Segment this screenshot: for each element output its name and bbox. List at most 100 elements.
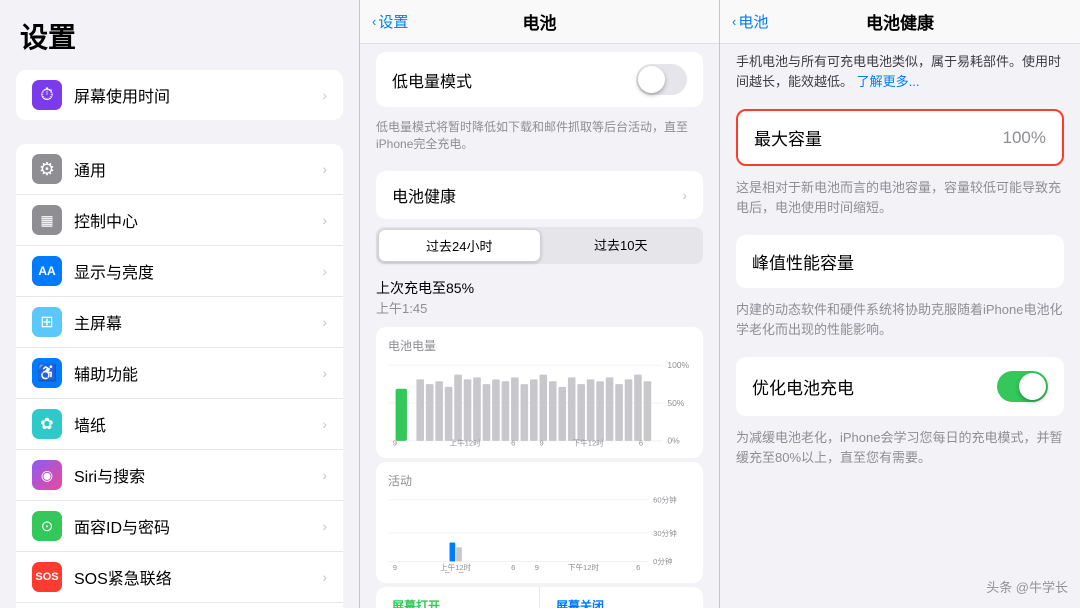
health-content[interactable]: 手机电池与所有可充电电池类似，属于易耗部件。使用时间越长，能效越低。 了解更多.… bbox=[720, 44, 1080, 608]
control-label: 控制中心 bbox=[74, 208, 322, 232]
accessibility-label: 辅助功能 bbox=[74, 361, 322, 385]
svg-text:4月24日: 4月24日 bbox=[440, 571, 464, 572]
battery-health-row[interactable]: 电池健康 › bbox=[376, 171, 703, 219]
screen-time-icon: ⏱ bbox=[32, 80, 62, 110]
low-power-desc: 低电量模式将暂时降低如下载和邮件抓取等后台活动，直至iPhone完全充电。 bbox=[360, 115, 719, 163]
siri-label: Siri与搜索 bbox=[74, 463, 322, 487]
back-chevron-icon: ‹ bbox=[372, 14, 376, 29]
battery-back-label: 设置 bbox=[378, 11, 408, 32]
screen-time-chevron: › bbox=[322, 87, 327, 103]
optimized-toggle[interactable] bbox=[997, 371, 1048, 402]
optimized-section: 优化电池充电 bbox=[736, 357, 1064, 416]
settings-item-screen-time[interactable]: ⏱ 屏幕使用时间 › bbox=[16, 70, 343, 120]
battery-nav-title: 电池 bbox=[523, 9, 557, 34]
last-charge-label: 上次充电至85% bbox=[376, 278, 703, 298]
battery-chart-area: 100% 50% 0% bbox=[388, 358, 691, 448]
battery-content[interactable]: 低电量模式 低电量模式将暂时降低如下载和邮件抓取等后台活动，直至iPhone完全… bbox=[360, 44, 719, 608]
health-back-chevron-icon: ‹ bbox=[732, 14, 736, 29]
battery-chart: 电池电量 100% 50% 0% bbox=[376, 327, 703, 458]
faceid-icon: ⊙ bbox=[32, 511, 62, 541]
low-power-toggle[interactable] bbox=[636, 64, 687, 95]
svg-text:6: 6 bbox=[511, 563, 515, 572]
settings-group-1: ⏱ 屏幕使用时间 › bbox=[16, 70, 343, 120]
group-divider-1 bbox=[0, 126, 359, 138]
svg-text:30分钟: 30分钟 bbox=[653, 527, 677, 537]
svg-text:60分钟: 60分钟 bbox=[653, 494, 677, 504]
settings-item-homescreen[interactable]: ⊞ 主屏幕 › bbox=[16, 297, 343, 348]
screen-time-section: 屏幕打开 13分钟 屏幕关闭 0分钟 bbox=[376, 587, 703, 608]
wallpaper-label: 墙纸 bbox=[74, 412, 322, 436]
optimized-label: 优化电池充电 bbox=[752, 374, 997, 399]
svg-text:6: 6 bbox=[636, 563, 640, 572]
low-power-row[interactable]: 低电量模式 bbox=[376, 52, 703, 107]
low-power-section: 低电量模式 bbox=[376, 52, 703, 107]
settings-item-exposure[interactable]: ☀ 暴露通知 › bbox=[16, 603, 343, 608]
screen-on-item: 屏幕打开 13分钟 bbox=[376, 587, 540, 608]
settings-item-faceid[interactable]: ⊙ 面容ID与密码 › bbox=[16, 501, 343, 552]
max-capacity-section: 最大容量 100% bbox=[736, 109, 1064, 166]
learn-more-link[interactable]: 了解更多... bbox=[857, 74, 920, 89]
settings-item-siri[interactable]: ◉ Siri与搜索 › bbox=[16, 450, 343, 501]
tab-10days[interactable]: 过去10天 bbox=[541, 229, 702, 262]
sos-label: SOS紧急联络 bbox=[74, 565, 322, 589]
settings-item-sos[interactable]: SOS SOS紧急联络 › bbox=[16, 552, 343, 603]
svg-text:上午12时: 上午12时 bbox=[440, 562, 472, 572]
health-nav-title: 电池健康 bbox=[866, 9, 934, 34]
battery-nav-back[interactable]: ‹ 设置 bbox=[372, 11, 408, 32]
health-intro: 手机电池与所有可充电电池类似，属于易耗部件。使用时间越长，能效越低。 了解更多.… bbox=[720, 44, 1080, 103]
settings-scroll[interactable]: ⏱ 屏幕使用时间 › ⚙ 通用 › ▦ 控制中心 › AA 显示与亮度 bbox=[0, 64, 359, 608]
settings-item-accessibility[interactable]: ♿ 辅助功能 › bbox=[16, 348, 343, 399]
last-charge-time: 上午1:45 bbox=[376, 298, 703, 317]
battery-health-panel: ‹ 电池 电池健康 手机电池与所有可充电电池类似，属于易耗部件。使用时间越长，能… bbox=[720, 0, 1080, 608]
general-icon: ⚙ bbox=[32, 154, 62, 184]
settings-item-control[interactable]: ▦ 控制中心 › bbox=[16, 195, 343, 246]
battery-chart-svg: 100% 50% 0% bbox=[388, 358, 691, 448]
max-capacity-value: 100% bbox=[1003, 128, 1046, 148]
homescreen-label: 主屏幕 bbox=[74, 310, 322, 334]
svg-text:6: 6 bbox=[639, 438, 643, 447]
screen-off-label: 屏幕关闭 bbox=[556, 597, 687, 608]
battery-chart-title: 电池电量 bbox=[388, 337, 691, 354]
svg-text:9: 9 bbox=[535, 563, 539, 572]
svg-text:下午12时: 下午12时 bbox=[568, 562, 600, 572]
activity-chart: 活动 60分钟 30分钟 0分钟 9 上午12时 bbox=[376, 462, 703, 583]
low-power-label: 低电量模式 bbox=[392, 68, 636, 92]
max-capacity-row[interactable]: 最大容量 100% bbox=[738, 111, 1062, 164]
optimized-desc: 为减缓电池老化，iPhone会学习您每日的充电模式，并暂缓充至80%以上，直至您… bbox=[720, 422, 1080, 479]
peak-row[interactable]: 峰值性能容量 bbox=[736, 235, 1064, 288]
watermark: 头条 @牛学长 bbox=[986, 577, 1068, 596]
accessibility-icon: ♿ bbox=[32, 358, 62, 388]
health-back-label: 电池 bbox=[738, 11, 768, 32]
siri-icon: ◉ bbox=[32, 460, 62, 490]
tab-24h[interactable]: 过去24小时 bbox=[378, 229, 541, 262]
battery-health-chevron: › bbox=[682, 187, 687, 203]
general-label: 通用 bbox=[74, 157, 322, 181]
settings-panel: 设置 ⏱ 屏幕使用时间 › ⚙ 通用 › ▦ 控制中心 › bbox=[0, 0, 360, 608]
svg-text:上午12时: 上午12时 bbox=[450, 437, 482, 447]
settings-group-2: ⚙ 通用 › ▦ 控制中心 › AA 显示与亮度 › ⊞ 主屏幕 › bbox=[16, 144, 343, 608]
wallpaper-icon: ✿ bbox=[32, 409, 62, 439]
svg-text:下午12时: 下午12时 bbox=[573, 437, 605, 447]
optimized-row[interactable]: 优化电池充电 bbox=[736, 357, 1064, 416]
time-tab-selector[interactable]: 过去24小时 过去10天 bbox=[376, 227, 703, 264]
peak-label: 峰值性能容量 bbox=[752, 249, 1048, 274]
svg-text:9: 9 bbox=[540, 438, 544, 447]
settings-item-display[interactable]: AA 显示与亮度 › bbox=[16, 246, 343, 297]
svg-text:50%: 50% bbox=[667, 397, 684, 407]
toggle-knob bbox=[638, 66, 665, 93]
settings-item-general[interactable]: ⚙ 通用 › bbox=[16, 144, 343, 195]
activity-title: 活动 bbox=[388, 472, 691, 489]
display-icon: AA bbox=[32, 256, 62, 286]
battery-nav: ‹ 设置 电池 bbox=[360, 0, 719, 44]
health-nav-back[interactable]: ‹ 电池 bbox=[732, 11, 768, 32]
svg-text:0%: 0% bbox=[667, 435, 680, 445]
svg-text:6: 6 bbox=[511, 438, 515, 447]
screen-off-item: 屏幕关闭 0分钟 bbox=[540, 587, 703, 608]
faceid-label: 面容ID与密码 bbox=[74, 514, 322, 538]
max-capacity-label: 最大容量 bbox=[754, 125, 1003, 150]
battery-health-section: 电池健康 › bbox=[376, 171, 703, 219]
settings-item-wallpaper[interactable]: ✿ 墙纸 › bbox=[16, 399, 343, 450]
svg-text:100%: 100% bbox=[667, 360, 689, 370]
svg-text:9: 9 bbox=[393, 438, 397, 447]
battery-health-label: 电池健康 bbox=[392, 183, 682, 207]
